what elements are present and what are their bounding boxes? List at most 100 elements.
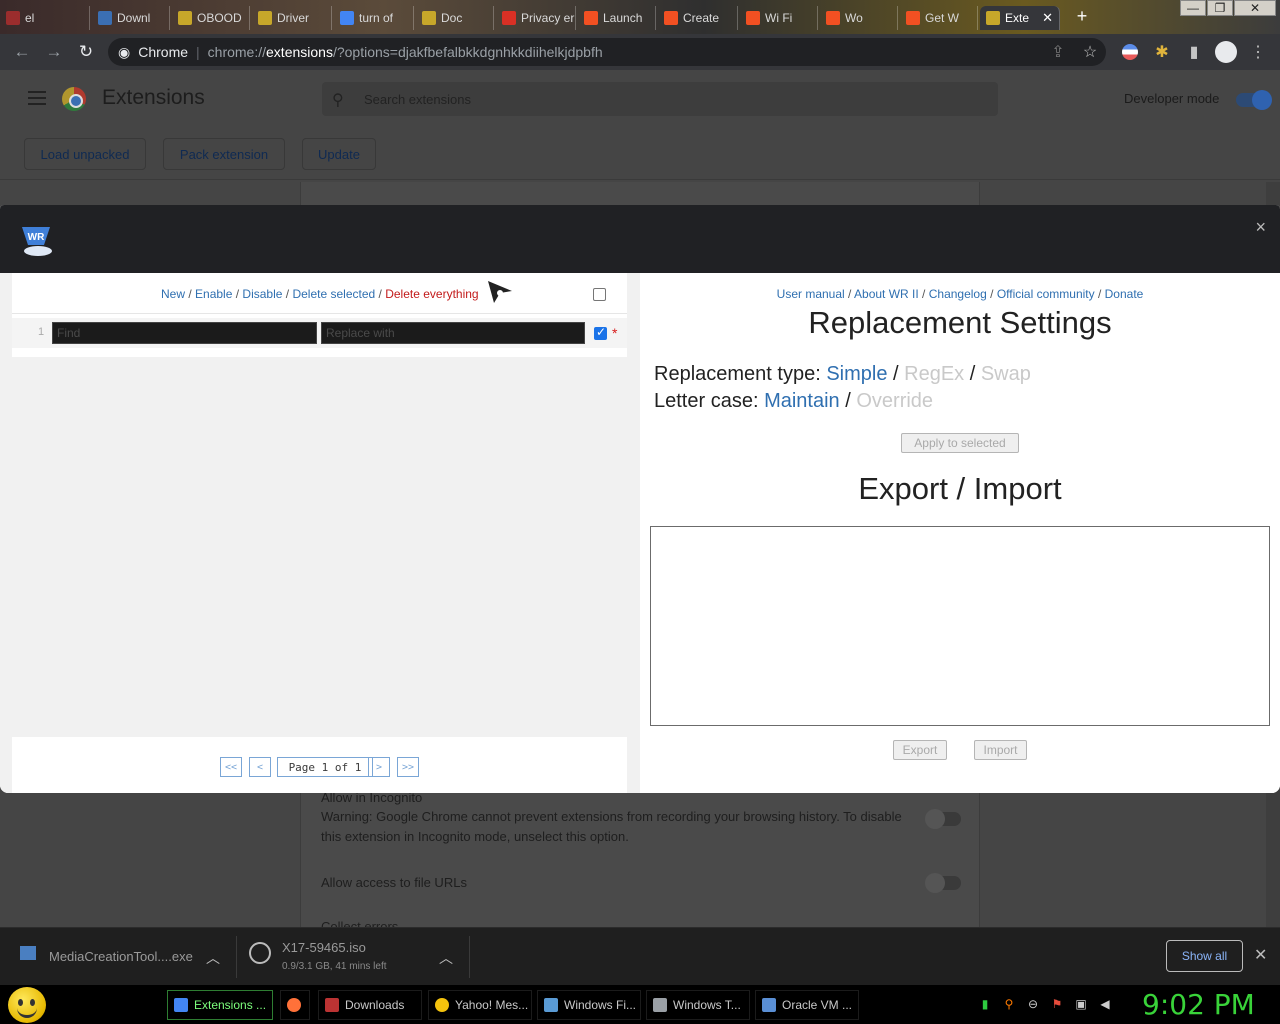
extensions-puzzle-icon[interactable]: ✱: [1148, 38, 1176, 66]
forward-icon[interactable]: →: [38, 36, 70, 68]
about-link[interactable]: About WR II: [854, 287, 919, 301]
community-link[interactable]: Official community: [997, 287, 1095, 301]
menu-kebab-icon[interactable]: ⋮: [1244, 38, 1272, 66]
search-extensions-input[interactable]: ⚲ Search extensions: [322, 82, 998, 116]
minimize-button[interactable]: —: [1180, 0, 1206, 16]
case-maintain-option[interactable]: Maintain: [764, 390, 840, 412]
developer-mode-toggle[interactable]: [1236, 90, 1272, 110]
new-tab-button[interactable]: +: [1072, 6, 1092, 26]
tray-search-icon[interactable]: ⚲: [1002, 997, 1016, 1011]
enable-link[interactable]: Enable: [195, 287, 232, 301]
bookmark-star-icon[interactable]: ☆: [1076, 38, 1104, 66]
taskbar-item-oracle-vm[interactable]: Oracle VM ...: [755, 990, 859, 1020]
taskbar-item-yahoo[interactable]: Yahoo! Mes...: [428, 990, 532, 1020]
tab-label: Downl: [117, 11, 151, 25]
file-urls-toggle[interactable]: [925, 873, 961, 893]
taskbar-item-windows-firewall[interactable]: Windows Fi...: [537, 990, 641, 1020]
new-rule-link[interactable]: New: [161, 287, 185, 301]
taskbar-item-downloads[interactable]: Downloads: [318, 990, 422, 1020]
browser-tab[interactable]: Wi Fi: [740, 6, 818, 30]
start-button-smiley-icon[interactable]: [8, 987, 46, 1023]
tray-volume-icon[interactable]: ◀: [1098, 997, 1112, 1011]
select-all-checkbox[interactable]: [593, 288, 606, 301]
delete-everything-link[interactable]: Delete everything: [385, 287, 478, 301]
profile-flag-icon[interactable]: [1116, 38, 1144, 66]
browser-tab[interactable]: el: [0, 6, 90, 30]
show-all-downloads-button[interactable]: Show all: [1166, 940, 1243, 972]
taskbar-item-windows-task[interactable]: Windows T...: [646, 990, 750, 1020]
back-icon[interactable]: ←: [6, 36, 38, 68]
side-panel-icon[interactable]: ▮: [1180, 38, 1208, 66]
type-swap-option[interactable]: Swap: [981, 363, 1031, 385]
browser-tab[interactable]: OBOOD: [172, 6, 250, 30]
changelog-link[interactable]: Changelog: [929, 287, 987, 301]
account-avatar-icon[interactable]: [1212, 38, 1240, 66]
rule-row-number: 1: [38, 326, 45, 338]
disable-link[interactable]: Disable: [242, 287, 282, 301]
last-page-button[interactable]: >>: [397, 757, 419, 777]
browser-tab[interactable]: turn of: [334, 6, 414, 30]
import-button[interactable]: Import: [974, 740, 1027, 760]
type-regex-option[interactable]: RegEx: [904, 363, 964, 385]
incognito-toggle[interactable]: [925, 809, 961, 829]
microsoft-favicon-icon: [664, 11, 678, 25]
prev-page-button[interactable]: <: [249, 757, 271, 777]
letter-case-row: Letter case: Maintain / Override: [654, 390, 934, 412]
update-button[interactable]: Update: [302, 138, 376, 170]
delete-selected-link[interactable]: Delete selected: [292, 287, 375, 301]
donate-link[interactable]: Donate: [1105, 287, 1144, 301]
tab-label: Launch: [603, 11, 643, 25]
chevron-up-icon[interactable]: ︿: [206, 948, 220, 968]
taskbar-item-firefox[interactable]: [280, 990, 310, 1020]
close-downloads-bar-icon[interactable]: ✕: [1254, 945, 1267, 965]
browser-tab[interactable]: Downl: [92, 6, 170, 30]
rules-action-links: New / Enable / Disable / Delete selected…: [161, 287, 479, 301]
close-window-button[interactable]: ✕: [1234, 0, 1276, 16]
reload-icon[interactable]: ↻: [70, 36, 102, 68]
hamburger-menu-icon[interactable]: [28, 91, 46, 105]
download-item[interactable]: X17-59465.iso 0.9/3.1 GB, 41 mins left ︿: [237, 928, 469, 986]
tray-network-icon[interactable]: ▣: [1074, 997, 1088, 1011]
find-input[interactable]: Find: [52, 322, 317, 344]
chevron-up-icon[interactable]: ︿: [439, 948, 453, 968]
pack-extension-button[interactable]: Pack extension: [163, 138, 285, 170]
taskbar-item-extensions[interactable]: Extensions ...: [167, 990, 273, 1020]
tray-minus-icon[interactable]: ⊖: [1026, 997, 1040, 1011]
tray-flag-icon[interactable]: ⚑: [1050, 997, 1064, 1011]
export-button[interactable]: Export: [893, 740, 947, 760]
windows-firewall-icon: [544, 998, 558, 1012]
type-simple-option[interactable]: Simple: [826, 363, 887, 385]
word-replacer-logo-icon: WR: [22, 227, 52, 256]
browser-tab[interactable]: Wo: [820, 6, 898, 30]
tray-green-icon[interactable]: ▮: [978, 997, 992, 1011]
close-tab-icon[interactable]: ✕: [1042, 10, 1053, 26]
restore-button[interactable]: ❐: [1207, 0, 1233, 16]
browser-tab[interactable]: Create: [658, 6, 738, 30]
browser-tab[interactable]: Launch: [578, 6, 656, 30]
site-info-icon[interactable]: ◉: [118, 44, 130, 61]
user-manual-link[interactable]: User manual: [777, 287, 845, 301]
download-item[interactable]: MediaCreationTool....exe ︿: [0, 928, 236, 986]
browser-tab[interactable]: Driver: [252, 6, 332, 30]
replace-input[interactable]: Replace with: [321, 322, 585, 344]
load-unpacked-button[interactable]: Load unpacked: [24, 138, 146, 170]
address-bar[interactable]: ◉ Chrome | chrome://extensions/?options=…: [108, 38, 1106, 66]
tab-favicon-icon: [422, 11, 436, 25]
case-override-option[interactable]: Override: [856, 390, 933, 412]
tab-label: Wo: [845, 11, 863, 25]
share-icon[interactable]: ⇪: [1044, 38, 1072, 66]
browser-tab[interactable]: Doc: [416, 6, 494, 30]
taskbar-clock[interactable]: 9:02 PM: [1142, 988, 1255, 1021]
tab-label: Create: [683, 11, 720, 25]
browser-tab[interactable]: Privacy error: [496, 6, 576, 30]
browser-tab-active[interactable]: Exte ✕: [980, 6, 1060, 30]
apply-to-selected-button[interactable]: Apply to selected: [901, 433, 1019, 453]
first-page-button[interactable]: <<: [220, 757, 242, 777]
export-import-textarea[interactable]: [650, 526, 1270, 726]
rule-enabled-checkbox[interactable]: [594, 325, 607, 340]
close-dialog-icon[interactable]: ×: [1255, 217, 1266, 238]
tab-label: OBOOD: [197, 11, 242, 25]
taskbar-item-label: Windows Fi...: [564, 998, 637, 1012]
next-page-button[interactable]: >: [368, 757, 390, 777]
browser-tab[interactable]: Get W: [900, 6, 978, 30]
